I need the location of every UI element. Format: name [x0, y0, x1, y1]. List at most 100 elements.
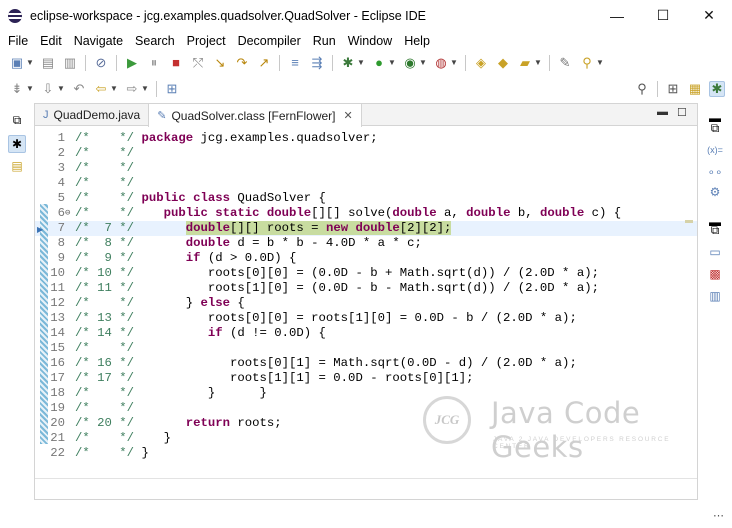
close-icon[interactable]: ✕: [344, 109, 353, 122]
menu-project[interactable]: Project: [181, 34, 232, 48]
terminate-icon[interactable]: ■: [168, 55, 184, 71]
run-icon[interactable]: ●: [371, 55, 387, 71]
fold-toggle-icon[interactable]: ⊖: [65, 206, 75, 221]
restore-view-icon[interactable]: ⧉: [706, 221, 724, 239]
open-type-icon[interactable]: ▰: [517, 55, 533, 71]
quick-access-search-icon[interactable]: ⚲: [634, 81, 650, 97]
search-dropdown-chevron-icon[interactable]: ▼: [596, 55, 604, 71]
minimize-button[interactable]: —: [594, 0, 640, 31]
menu-edit[interactable]: Edit: [34, 34, 68, 48]
restore-icon[interactable]: ⧉: [8, 111, 26, 129]
next-annotation-icon[interactable]: ⇩: [40, 81, 56, 97]
drop-to-frame-icon[interactable]: ≡: [287, 55, 303, 71]
code-line[interactable]: 8/* 8 */ double d = b * b - 4.0D * a * c…: [35, 236, 697, 251]
code-line[interactable]: 2 /* */: [35, 146, 697, 161]
menu-help[interactable]: Help: [398, 34, 436, 48]
code-line[interactable]: 5/* */ public class QuadSolver {: [35, 191, 697, 206]
code-line[interactable]: 13/* 13 */ roots[0][0] = roots[1][0] = 0…: [35, 311, 697, 326]
menu-run[interactable]: Run: [307, 34, 342, 48]
java-file-icon: J: [43, 109, 49, 121]
maximize-editor-icon[interactable]: ☐: [677, 106, 687, 119]
menu-decompiler[interactable]: Decompiler: [232, 34, 307, 48]
disconnect-icon[interactable]: ⤲: [190, 55, 206, 71]
overview-ruler-mark[interactable]: [685, 220, 693, 223]
step-over-icon[interactable]: ↷: [234, 55, 250, 71]
run-dropdown-chevron-icon[interactable]: ▼: [388, 55, 396, 71]
line-comment: /* */: [75, 146, 135, 160]
new-icon[interactable]: ▣: [9, 55, 25, 71]
pin-editor-icon[interactable]: ⊞: [164, 81, 180, 97]
code-line[interactable]: 12/* */ } else {: [35, 296, 697, 311]
java-perspective-icon[interactable]: ▦: [687, 81, 703, 97]
code-text: /* */: [75, 161, 141, 176]
annotation-dropdown-chevron-icon[interactable]: ▼: [26, 81, 34, 97]
forward-icon[interactable]: ⇨: [124, 81, 140, 97]
external-tools-icon[interactable]: ◍: [433, 55, 449, 71]
menu-search[interactable]: Search: [129, 34, 181, 48]
package-explorer-icon[interactable]: ▤: [8, 157, 26, 175]
next-annotation-dropdown-chevron-icon[interactable]: ▼: [57, 81, 65, 97]
menu-navigate[interactable]: Navigate: [68, 34, 129, 48]
junit-icon[interactable]: ▥: [706, 287, 724, 305]
restore-view-icon[interactable]: ⧉: [706, 119, 724, 137]
code-line[interactable]: 15/* */: [35, 341, 697, 356]
annotation-icon[interactable]: ⇟: [9, 81, 25, 97]
external-tools-dropdown-chevron-icon[interactable]: ▼: [450, 55, 458, 71]
debug-dropdown-chevron-icon[interactable]: ▼: [357, 55, 365, 71]
code-line[interactable]: 9/* 9 */ if (d > 0.0D) {: [35, 251, 697, 266]
skip-breakpoints-icon[interactable]: ⊘: [93, 55, 109, 71]
resume-icon[interactable]: ▶: [124, 55, 140, 71]
code-line[interactable]: 1 /* */ package jcg.examples.quadsolver;: [35, 131, 697, 146]
maximize-button[interactable]: ☐: [640, 0, 686, 31]
back-dropdown-chevron-icon[interactable]: ▼: [110, 81, 118, 97]
code-line[interactable]: 6 ⊖/* */ public static double[][] solve(d…: [35, 206, 697, 221]
tab-quaddemo[interactable]: J QuadDemo.java: [35, 104, 148, 126]
new-dropdown-chevron-icon[interactable]: ▼: [26, 55, 34, 71]
code-line[interactable]: 4 /* */: [35, 176, 697, 191]
back-icon[interactable]: ⇦: [93, 81, 109, 97]
last-edit-location-icon[interactable]: ↶: [71, 81, 87, 97]
open-task-icon[interactable]: ✎: [557, 55, 573, 71]
menu-window[interactable]: Window: [342, 34, 398, 48]
search-icon[interactable]: ⚲: [579, 55, 595, 71]
coverage-dropdown-chevron-icon[interactable]: ▼: [419, 55, 427, 71]
debug-icon[interactable]: ✱: [340, 55, 356, 71]
code-line[interactable]: 7/* 7 */ double[][] roots = new double[2…: [35, 221, 697, 236]
debug-perspective-icon[interactable]: ✱: [709, 81, 725, 97]
code-line[interactable]: 14/* 14 */ if (d != 0.0D) {: [35, 326, 697, 341]
save-all-icon[interactable]: ▥: [62, 55, 78, 71]
close-window-button[interactable]: ✕: [686, 0, 732, 31]
open-type-dropdown-chevron-icon[interactable]: ▼: [534, 55, 542, 71]
horizontal-scrollbar[interactable]: [35, 478, 697, 499]
tab-quadsolver[interactable]: ✎ QuadSolver.class [FernFlower] ✕: [148, 104, 362, 127]
new-java-class-icon[interactable]: ◆: [495, 55, 511, 71]
new-java-package-icon[interactable]: ◈: [473, 55, 489, 71]
variables-icon[interactable]: (x)=: [706, 141, 724, 159]
coverage-icon[interactable]: ◉: [402, 55, 418, 71]
minimize-editor-icon[interactable]: ▬: [657, 106, 668, 118]
suspend-icon[interactable]: ⏸: [146, 55, 162, 71]
open-perspective-icon[interactable]: ⊞: [665, 81, 681, 97]
code-text: /* */ }: [75, 431, 171, 446]
menu-file[interactable]: File: [2, 34, 34, 48]
code-line[interactable]: 3 /* */: [35, 161, 697, 176]
console-icon[interactable]: ▭: [706, 243, 724, 261]
debug-view-icon[interactable]: ✱: [8, 135, 26, 153]
expressions-icon[interactable]: ⚙: [706, 183, 724, 201]
code-token: }: [141, 431, 171, 445]
forward-dropdown-chevron-icon[interactable]: ▼: [141, 81, 149, 97]
code-line[interactable]: 17/* 17 */ roots[1][1] = 0.0D - roots[0]…: [35, 371, 697, 386]
code-token: roots[0][1] = Math.sqrt(0.0D - d) / (2.0…: [141, 356, 577, 370]
tasks-icon[interactable]: ▩: [706, 265, 724, 283]
code-line[interactable]: 16/* 16 */ roots[0][1] = Math.sqrt(0.0D …: [35, 356, 697, 371]
step-into-icon[interactable]: ↘: [212, 55, 228, 71]
code-line[interactable]: 11/* 11 */ roots[1][0] = (0.0D - b - Mat…: [35, 281, 697, 296]
save-icon[interactable]: ▤: [40, 55, 56, 71]
breakpoints-icon[interactable]: ∘∘: [706, 163, 724, 181]
step-return-icon[interactable]: ↗: [256, 55, 272, 71]
code-line[interactable]: 10/* 10 */ roots[0][0] = (0.0D - b + Mat…: [35, 266, 697, 281]
progress-icon[interactable]: ⋯: [713, 509, 724, 522]
use-step-filters-icon[interactable]: ⇶: [309, 55, 325, 71]
